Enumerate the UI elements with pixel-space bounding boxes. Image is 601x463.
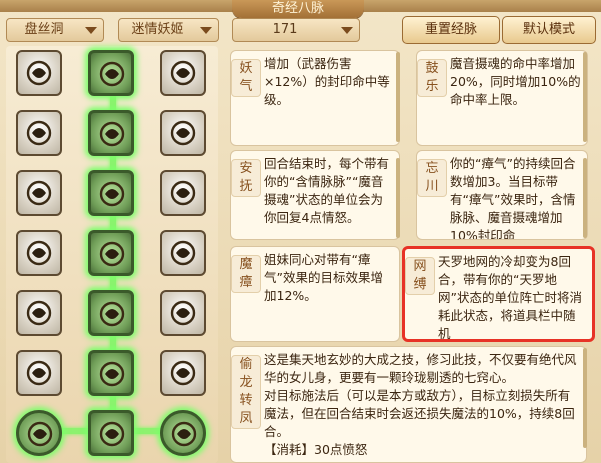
card-description: 你的“瘴气”的持续回合数增加3。当目标带有“瘴气”效果时，含情脉脉、魔音摄魂增加…	[450, 156, 576, 240]
dragon-ball-icon	[170, 420, 198, 448]
meridian-card[interactable]: 妖气增加（武器伤害×12%）的封印命中等级。	[230, 50, 400, 146]
meridian-card[interactable]: 鼓乐魔音摄魂的命中率增加20%，同时增加10%的命中率上限。	[416, 50, 588, 146]
scroll-icon	[169, 119, 197, 147]
skill-slot[interactable]	[160, 50, 206, 96]
figure-icon	[169, 299, 197, 327]
chevron-down-icon	[200, 27, 212, 34]
card-name: 魔瘴	[231, 255, 261, 293]
faction-value: 盘丝洞	[24, 22, 64, 37]
school-value: 迷情妖姬	[131, 22, 184, 37]
skill-slot[interactable]	[16, 410, 62, 456]
card-name: 偷龙转凤	[231, 355, 261, 429]
eye-icon	[25, 359, 53, 387]
faction-dropdown[interactable]: 盘丝洞	[6, 18, 104, 42]
hex-web-icon	[98, 300, 126, 328]
window-title: 奇经八脉	[232, 0, 364, 18]
card-name: 忘川	[417, 159, 447, 197]
scrollbar[interactable]	[583, 52, 587, 142]
meridian-card[interactable]: 安抚回合结束时，每个带有你的“含情脉脉”“魔音摄魂”状态的单位会为你回复4点情怒…	[230, 150, 400, 240]
skill-slot[interactable]	[160, 290, 206, 336]
points-dropdown[interactable]: 171	[232, 18, 360, 42]
grab-icon	[25, 59, 53, 87]
meridian-card[interactable]: 网缚天罗地网的冷却变为8回合，带有你的“天罗地网”状态的单位阵亡时将消耗此状态，…	[402, 246, 595, 342]
skill-slot[interactable]	[16, 110, 62, 156]
meridian-card[interactable]: 魔瘴姐妹同心对带有“瘴气”效果的目标效果增加12%。	[230, 246, 400, 342]
card-description: 姐妹同心对带有“瘴气”效果的目标效果增加12%。	[264, 252, 383, 303]
card-description: 天罗地网的冷却变为8回合，带有你的“天罗地网”状态的单位阵亡时将消耗此状态，将道…	[438, 254, 582, 341]
chevron-down-icon	[85, 27, 97, 34]
meridian-card[interactable]: 偷龙转凤这是集天地玄妙的大成之技，修习此技，不仅要有绝代风华的女儿身，更要有一颗…	[230, 346, 587, 463]
dragon-ball-icon	[26, 420, 54, 448]
blade-icon	[169, 359, 197, 387]
points-value: 171	[272, 22, 298, 37]
rings-icon	[169, 239, 197, 267]
scrollbar[interactable]	[583, 158, 587, 238]
chevron-down-icon	[341, 27, 353, 34]
default-mode-button[interactable]: 默认模式	[502, 16, 596, 44]
skill-slot[interactable]	[16, 170, 62, 216]
reset-meridian-button[interactable]: 重置经脉	[402, 16, 500, 44]
skill-slot[interactable]	[16, 50, 62, 96]
flame-icon	[25, 119, 53, 147]
vial-icon	[98, 60, 126, 88]
skill-slot[interactable]	[16, 350, 62, 396]
dagger-web-icon	[98, 240, 126, 268]
skill-slot[interactable]	[88, 230, 134, 276]
web-shell-icon	[25, 179, 53, 207]
card-description: 增加（武器伤害×12%）的封印命中等级。	[264, 56, 390, 107]
skill-slot[interactable]	[88, 50, 134, 96]
knot-icon	[169, 59, 197, 87]
scrollbar[interactable]	[396, 52, 400, 142]
card-name: 网缚	[405, 257, 435, 295]
skill-slot[interactable]	[160, 110, 206, 156]
scrollbar[interactable]	[396, 158, 400, 238]
card-name: 安抚	[231, 159, 261, 197]
skill-slot[interactable]	[88, 110, 134, 156]
skill-slot[interactable]	[16, 290, 62, 336]
skill-slot[interactable]	[160, 170, 206, 216]
skill-slot[interactable]	[88, 290, 134, 336]
meridian-card[interactable]: 忘川你的“瘴气”的持续回合数增加3。当目标带有“瘴气”效果时，含情脉脉、魔音摄魂…	[416, 150, 588, 240]
wings-icon	[169, 179, 197, 207]
skill-slot[interactable]	[160, 350, 206, 396]
hammer-icon	[25, 299, 53, 327]
web-cross-icon	[98, 360, 126, 388]
school-dropdown[interactable]: 迷情妖姬	[118, 18, 219, 42]
card-description: 这是集天地玄妙的大成之技，修习此技，不仅要有绝代风华的女儿身，更要有一颗玲珑剔透…	[264, 352, 577, 457]
swirl-icon	[25, 239, 53, 267]
card-description: 魔音摄魂的命中率增加20%，同时增加10%的命中率上限。	[450, 56, 581, 107]
skill-slot[interactable]	[160, 410, 206, 456]
card-name: 鼓乐	[417, 59, 447, 97]
skill-slot[interactable]	[88, 410, 134, 456]
skill-slot[interactable]	[88, 170, 134, 216]
card-name: 妖气	[231, 59, 261, 97]
spider-icon	[98, 180, 126, 208]
skill-slot[interactable]	[160, 230, 206, 276]
scrollbar[interactable]	[583, 348, 587, 448]
skill-slot[interactable]	[16, 230, 62, 276]
skill-slot[interactable]	[88, 350, 134, 396]
card-description: 回合结束时，每个带有你的“含情脉脉”“魔音摄魂”状态的单位会为你回复4点情怒。	[264, 156, 390, 225]
dragon-icon	[98, 420, 126, 448]
coil-icon	[98, 120, 126, 148]
